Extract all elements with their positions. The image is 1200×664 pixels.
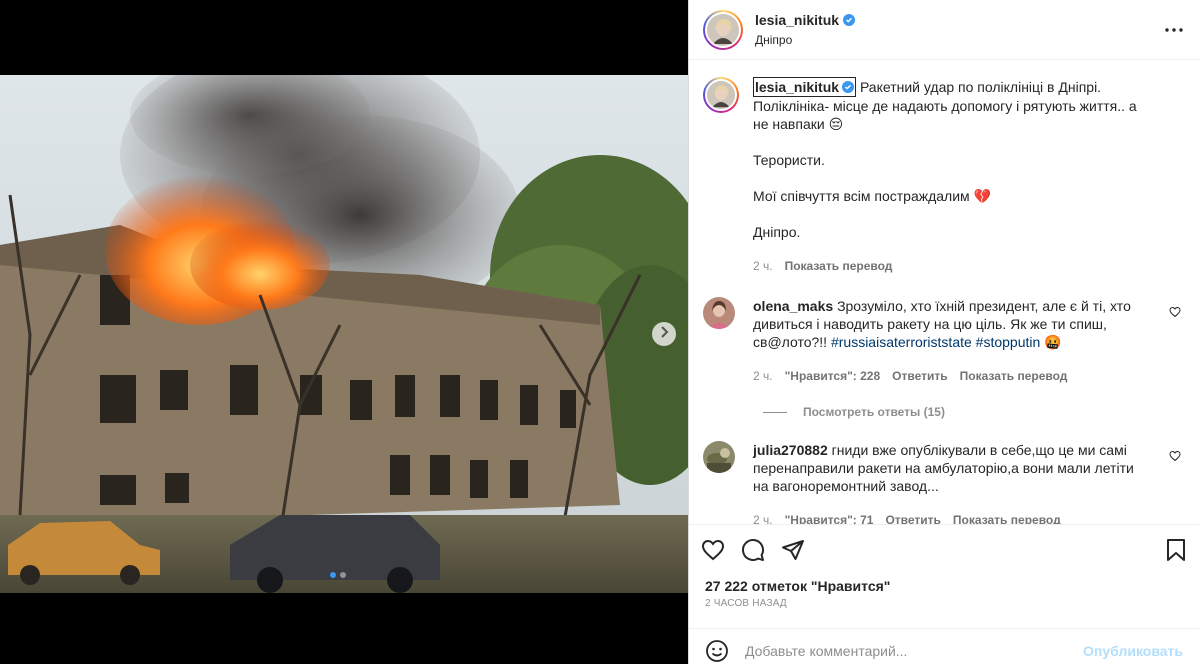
comment-likes-count[interactable]: "Нравится": 228 [785,367,881,385]
comment-time[interactable]: 2 ч. [753,367,773,385]
caption-emoji: 😔 [828,116,844,132]
view-replies-label: Посмотреть ответы (15) [803,405,945,419]
post-timestamp[interactable]: 2 ЧАСОВ НАЗАД [705,598,787,609]
add-comment-bar: Опубликовать [689,628,1199,664]
post-side-panel: lesia_nikituk Дніпро lesia_nikituk Ракет… [688,0,1200,664]
publish-button[interactable]: Опубликовать [1083,643,1183,659]
post-location[interactable]: Дніпро [755,33,855,47]
heart-icon[interactable] [701,530,741,570]
more-options-icon[interactable] [1162,18,1186,42]
bookmark-icon[interactable] [1147,530,1187,570]
comment-time[interactable]: 2 ч. [753,511,773,524]
verified-badge-icon [842,81,855,93]
view-replies-button[interactable]: Посмотреть ответы (15) [763,405,1185,419]
media-panel [0,0,688,664]
chevron-right-icon [659,325,669,343]
commenter-username[interactable]: julia270882 [753,442,828,458]
commenter-avatar[interactable] [703,297,735,329]
comment-input[interactable] [745,642,1084,659]
carousel-dot [340,572,346,578]
caption-para: Дніпро. [753,224,801,240]
author-username[interactable]: lesia_nikituk [755,12,839,28]
likes-count[interactable]: 27 222 отметок "Нравится" [705,578,890,594]
share-icon[interactable] [781,530,821,570]
caption-line2: Поліклініка- місце де надають допомогу і… [753,98,1137,132]
comment-item: julia270882 гниди вже опублікували в себ… [703,441,1185,524]
emoji-icon[interactable] [705,639,729,663]
caption-avatar[interactable] [703,77,739,113]
comment-like-heart-icon[interactable] [1169,449,1181,467]
broken-heart-emoji: 💔 [973,188,991,204]
comment-likes-count[interactable]: "Нравится": 71 [785,511,874,524]
caption: lesia_nikituk Ракетний удар по полікліні… [703,77,1185,275]
verified-badge-icon [843,14,856,26]
carousel-next-button[interactable] [652,322,676,346]
comment-icon[interactable] [741,530,781,570]
reply-button[interactable]: Ответить [892,367,947,385]
caption-time[interactable]: 2 ч. [753,257,773,275]
comment-item: olena_maks Зрозуміло, хто їхній президен… [703,297,1185,385]
comments-section[interactable]: lesia_nikituk Ракетний удар по полікліні… [689,61,1199,524]
divider [763,411,787,413]
commenter-username[interactable]: olena_maks [753,298,833,314]
post-actions-bar [689,524,1199,574]
caption-username[interactable]: lesia_nikituk [753,77,857,97]
caption-line1: Ракетний удар по поліклініці в Дніпрі. [859,79,1102,95]
translate-button[interactable]: Показать перевод [953,511,1061,524]
carousel-dots [330,572,346,578]
commenter-avatar[interactable] [703,441,735,473]
translate-button[interactable]: Показать перевод [960,367,1068,385]
caption-translate-button[interactable]: Показать перевод [785,257,893,275]
hashtag-link[interactable]: #russiaisaterroriststate [831,334,972,350]
hashtag-link[interactable]: #stopputin [976,334,1041,350]
carousel-dot-active [330,572,336,578]
post-header: lesia_nikituk Дніпро [689,0,1200,60]
post-photo[interactable] [0,75,688,593]
angry-emoji: 🤬 [1044,334,1062,350]
caption-para: Терористи. [753,152,825,168]
author-avatar[interactable] [703,9,743,50]
reply-button[interactable]: Ответить [885,511,940,524]
comment-like-heart-icon[interactable] [1169,305,1181,323]
caption-para: Мої співчуття всім постраждалим [753,188,970,204]
